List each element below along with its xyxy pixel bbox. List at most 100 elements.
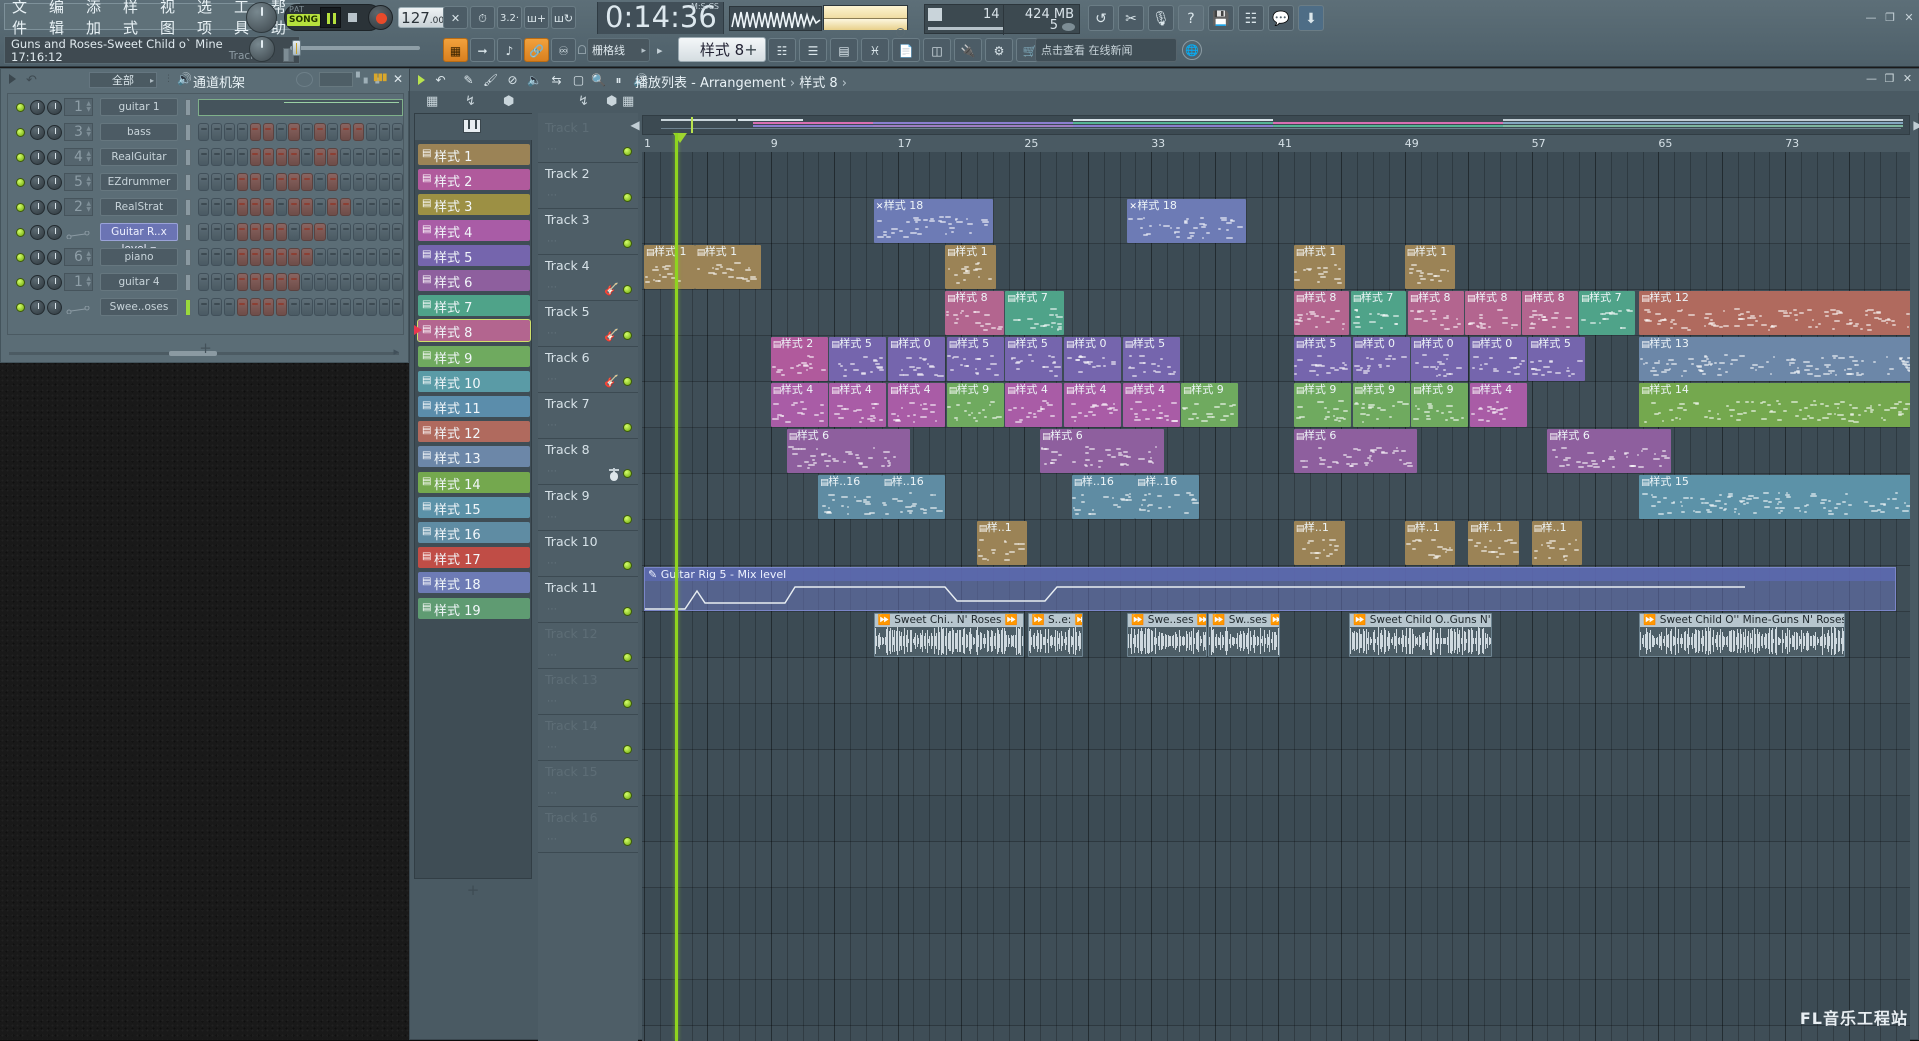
step-button[interactable] bbox=[353, 273, 365, 291]
minimize-button[interactable]: — bbox=[1865, 12, 1877, 24]
step-sequencer[interactable] bbox=[198, 273, 404, 291]
step-button[interactable] bbox=[391, 198, 404, 216]
step-button[interactable] bbox=[223, 273, 236, 291]
channel-pan-knob[interactable] bbox=[30, 100, 45, 115]
channel-led[interactable] bbox=[16, 203, 25, 212]
step-button[interactable] bbox=[365, 123, 378, 141]
step-button[interactable] bbox=[378, 223, 391, 241]
channel-pan-knob[interactable] bbox=[30, 200, 45, 215]
pattern-clip[interactable]: ▤样..1 bbox=[1531, 521, 1583, 565]
step-button[interactable] bbox=[236, 248, 248, 266]
step-button[interactable] bbox=[378, 173, 391, 191]
online-news-banner[interactable]: 点击查看 在线新闻 bbox=[1035, 38, 1177, 62]
step-sequencer[interactable] bbox=[198, 223, 404, 241]
pattern-clip[interactable]: ▤样式 5 bbox=[1005, 337, 1063, 381]
step-button[interactable] bbox=[340, 173, 352, 191]
step-sequencer[interactable] bbox=[198, 123, 404, 141]
step-button[interactable] bbox=[288, 198, 300, 216]
step-button[interactable] bbox=[353, 123, 365, 141]
step-button[interactable] bbox=[314, 248, 326, 266]
channel-row[interactable]: 5 ▲ ▼ EZdrummer bbox=[8, 170, 404, 194]
pattern-clip[interactable]: ▤样..1 bbox=[976, 521, 1028, 565]
step-button[interactable] bbox=[210, 273, 223, 291]
pattern-clip[interactable]: ▤样式 8 bbox=[1408, 291, 1464, 335]
chevron-right-icon[interactable]: ▸ bbox=[150, 73, 154, 88]
channel-pan-knob[interactable] bbox=[30, 125, 45, 140]
playback-icon[interactable]: ⏸ bbox=[610, 72, 627, 88]
pattern-list-item[interactable]: ▤ 样式 14 bbox=[418, 471, 530, 493]
pattern-clip[interactable]: ▤样式 8 bbox=[945, 291, 1004, 335]
step-button[interactable] bbox=[391, 173, 404, 191]
step-button[interactable] bbox=[301, 123, 313, 141]
menu-item-view[interactable]: 视图 bbox=[160, 0, 188, 38]
audio-clip[interactable]: ⏩ Sweet Chi.. N' Roses ⏩ bbox=[873, 613, 1025, 657]
pattern-list-item[interactable]: ▤ 样式 1 bbox=[418, 144, 530, 165]
channel-volume-knob[interactable] bbox=[47, 275, 62, 290]
master-volume-knob[interactable] bbox=[249, 36, 275, 62]
step-button[interactable] bbox=[353, 223, 365, 241]
step-button[interactable] bbox=[249, 248, 261, 266]
rack-knob-icon[interactable] bbox=[296, 72, 313, 87]
pattern-clip[interactable]: ▤样式 6 bbox=[1547, 429, 1671, 473]
tools-shortcut-button[interactable]: ⚙ bbox=[985, 38, 1013, 62]
track-header[interactable]: Track 6 ⋯ 🎸 bbox=[538, 347, 638, 393]
step-button[interactable] bbox=[365, 198, 378, 216]
step-button[interactable] bbox=[275, 123, 287, 141]
pattern-clip[interactable]: ▤样式 12 bbox=[1639, 291, 1910, 335]
step-button[interactable] bbox=[314, 173, 326, 191]
pattern-clip[interactable]: ▤样式 8 bbox=[1522, 291, 1578, 335]
maximize-button[interactable]: ❐ bbox=[1883, 73, 1896, 86]
menu-item-add[interactable]: 添加 bbox=[86, 0, 114, 38]
meter-knob-icon[interactable] bbox=[896, 28, 905, 37]
step-button[interactable] bbox=[262, 248, 274, 266]
step-button[interactable] bbox=[210, 123, 223, 141]
pattern-list-item[interactable]: ▤ 样式 15 bbox=[418, 496, 530, 518]
track-header[interactable]: Track 13 ⋯ bbox=[538, 669, 638, 715]
channel-row[interactable]: 6 ▲ ▼ piano bbox=[8, 245, 404, 269]
track-header[interactable]: Track 16 ⋯ bbox=[538, 807, 638, 853]
save-button[interactable]: 💾 bbox=[1208, 5, 1234, 31]
step-button[interactable] bbox=[391, 123, 404, 141]
step-button[interactable] bbox=[378, 273, 391, 291]
record-button[interactable] bbox=[368, 5, 393, 30]
track-header[interactable]: Track 10 ⋯ bbox=[538, 531, 638, 577]
channel-number[interactable]: 1 ▲ ▼ bbox=[64, 98, 93, 116]
track-header[interactable]: Track 8 ⋯ bbox=[538, 439, 638, 485]
step-button[interactable] bbox=[275, 198, 287, 216]
step-button[interactable] bbox=[223, 248, 236, 266]
channel-volume-knob[interactable] bbox=[47, 175, 62, 190]
channel-volume-knob[interactable] bbox=[47, 250, 62, 265]
step-button[interactable] bbox=[314, 123, 326, 141]
audio-clip[interactable]: ⏩ S..e: ⏩ bbox=[1027, 613, 1084, 657]
step-button[interactable] bbox=[365, 223, 378, 241]
master-slider[interactable] bbox=[290, 40, 420, 56]
audio-clip[interactable]: ⏩ Swe..ses ⏩ bbox=[1127, 613, 1207, 657]
select-icon[interactable]: ▢ bbox=[570, 72, 587, 88]
channel-row[interactable]: 4 ▲ ▼ RealGuitar bbox=[8, 145, 404, 169]
track-header[interactable]: Track 1 ⋯ bbox=[538, 117, 638, 163]
track-enable-led[interactable] bbox=[623, 239, 632, 248]
track-menu-dots[interactable]: ⋯ bbox=[547, 420, 558, 431]
pattern-clip[interactable]: ▤样式 13 bbox=[1639, 337, 1910, 381]
step-button[interactable] bbox=[288, 223, 300, 241]
channel-name-button[interactable]: EZdrummer bbox=[100, 173, 178, 191]
countdown-button[interactable]: 3.2· bbox=[497, 6, 522, 29]
channel-row[interactable]: Swee..oses bbox=[8, 295, 404, 319]
slice-icon[interactable]: ⇆ bbox=[548, 72, 565, 88]
pattern-clip[interactable]: ▤样式 4 bbox=[888, 383, 946, 427]
channel-number[interactable]: 1 ▲ ▼ bbox=[64, 273, 93, 291]
step-sequencer[interactable] bbox=[198, 148, 404, 166]
pattern-clip[interactable]: ▤样式 9 bbox=[1293, 383, 1351, 427]
track-enable-led[interactable] bbox=[623, 653, 632, 662]
step-button[interactable] bbox=[327, 223, 339, 241]
step-button[interactable] bbox=[301, 248, 313, 266]
track-enable-led[interactable] bbox=[623, 791, 632, 800]
step-button[interactable] bbox=[249, 148, 261, 166]
pattern-clip[interactable]: ▤样式 1 bbox=[1404, 245, 1456, 289]
pattern-list-item[interactable]: ▤ 样式 3 bbox=[418, 194, 530, 216]
snap-selector[interactable]: 栅格线 ▸ bbox=[587, 38, 650, 62]
step-button[interactable] bbox=[198, 298, 210, 316]
channel-filter-selector[interactable]: 全部 ▸ bbox=[89, 72, 157, 88]
channel-name-button[interactable]: Guitar R..x level ◼ bbox=[100, 223, 178, 255]
pattern-clip[interactable]: ▤样式 6 bbox=[786, 429, 911, 473]
